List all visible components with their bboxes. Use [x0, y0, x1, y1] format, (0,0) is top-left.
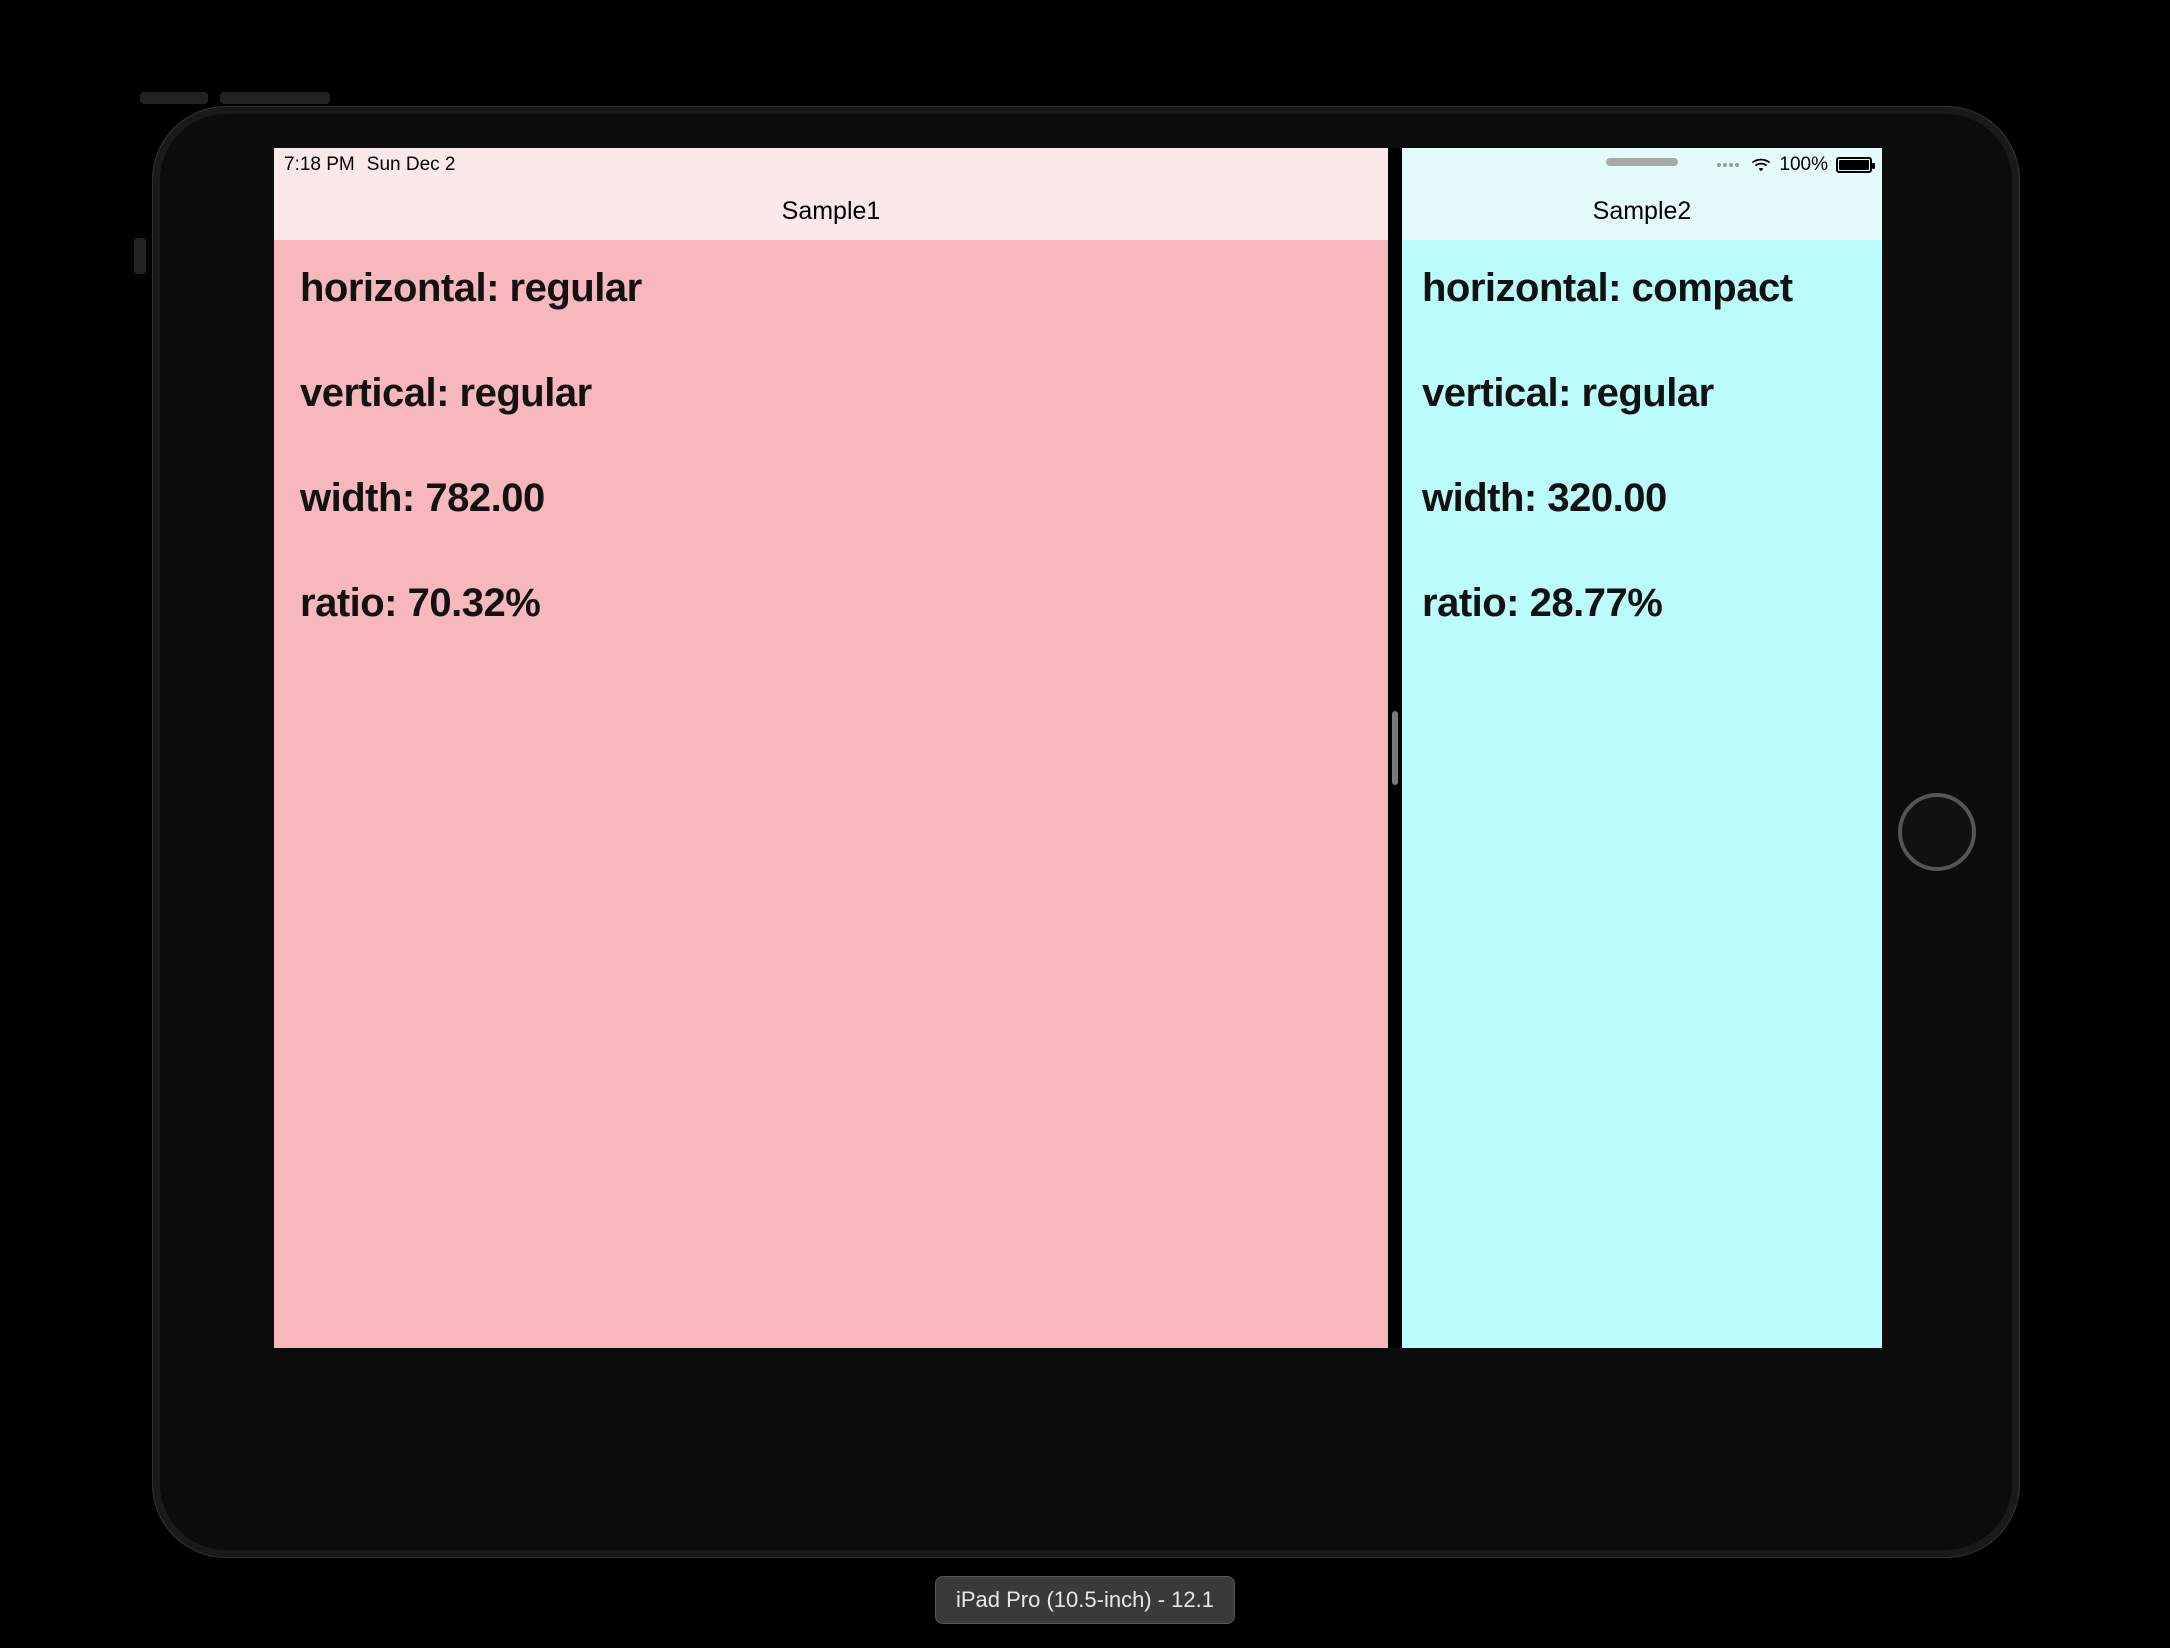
cellular-icon — [1717, 163, 1739, 167]
navbar-right: 100% Sample2 — [1402, 148, 1882, 240]
navbar-title-right: Sample2 — [1593, 197, 1692, 226]
metric-horizontal: horizontal: regular — [300, 266, 1362, 311]
metric-vertical: vertical: regular — [1422, 371, 1862, 416]
device-button — [140, 92, 208, 104]
pane-left: 7:18 PM Sun Dec 2 Sample1 horizontal: re… — [274, 148, 1388, 1348]
metric-width: width: 320.00 — [1422, 476, 1862, 521]
battery-percentage: 100% — [1779, 154, 1828, 176]
slide-over-grabber[interactable] — [1606, 158, 1678, 166]
status-bar-left: 7:18 PM Sun Dec 2 — [284, 154, 456, 176]
ipad-device-frame: 7:18 PM Sun Dec 2 Sample1 horizontal: re… — [152, 106, 2020, 1558]
metric-horizontal: horizontal: compact — [1422, 266, 1862, 311]
wifi-icon — [1751, 158, 1771, 172]
home-button[interactable] — [1898, 793, 1976, 871]
split-view-divider[interactable] — [1388, 148, 1402, 1348]
status-bar-right: 100% — [1717, 154, 1872, 176]
metric-width: width: 782.00 — [300, 476, 1362, 521]
pane-right: 100% Sample2 horizontal: compact vertica… — [1402, 148, 1882, 1348]
status-time: 7:18 PM — [284, 154, 355, 176]
simulator-caption: iPad Pro (10.5-inch) - 12.1 — [935, 1576, 1235, 1624]
split-view: 7:18 PM Sun Dec 2 Sample1 horizontal: re… — [274, 148, 1882, 1348]
content-left: horizontal: regular vertical: regular wi… — [274, 240, 1388, 1348]
content-right: horizontal: compact vertical: regular wi… — [1402, 240, 1882, 1348]
ipad-screen: 7:18 PM Sun Dec 2 Sample1 horizontal: re… — [274, 148, 1882, 1348]
simulator-window: 7:18 PM Sun Dec 2 Sample1 horizontal: re… — [0, 0, 2170, 1648]
device-button — [220, 92, 330, 104]
status-date: Sun Dec 2 — [367, 154, 456, 176]
navbar-title-left: Sample1 — [782, 197, 881, 226]
metric-ratio: ratio: 28.77% — [1422, 581, 1862, 626]
navbar-left: 7:18 PM Sun Dec 2 Sample1 — [274, 148, 1388, 240]
device-button — [134, 238, 146, 274]
metric-ratio: ratio: 70.32% — [300, 581, 1362, 626]
metric-vertical: vertical: regular — [300, 371, 1362, 416]
battery-icon — [1836, 157, 1872, 173]
